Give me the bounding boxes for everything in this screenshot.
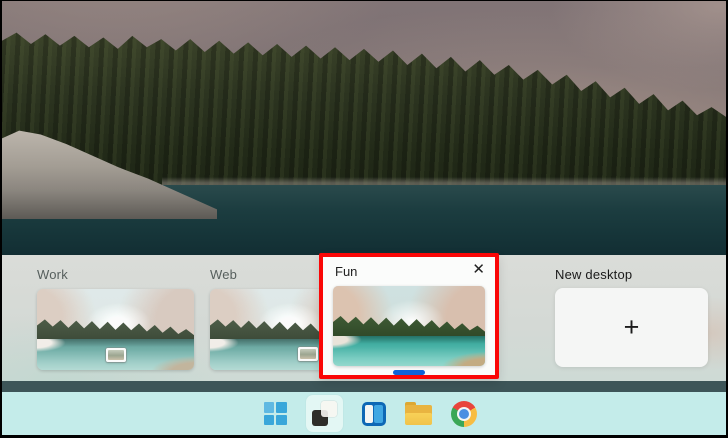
taskbar-icon-row: [263, 395, 477, 432]
desktop-gap-strip: [2, 381, 726, 392]
plus-icon: +: [623, 312, 640, 342]
folder-icon: [404, 402, 432, 425]
task-view-button[interactable]: [305, 395, 343, 432]
active-desktop-indicator: [393, 370, 425, 375]
windows-logo-icon: [263, 402, 287, 425]
desktop-label-work[interactable]: Work: [37, 267, 68, 282]
file-explorer-button[interactable]: [404, 402, 432, 425]
task-view-screen: Work Web Fun ✕ New desktop +: [0, 0, 728, 438]
chrome-button[interactable]: [450, 400, 477, 427]
open-window-preview: [106, 348, 126, 362]
desktop-label-fun[interactable]: Fun: [335, 264, 357, 279]
widgets-button[interactable]: [361, 401, 386, 426]
desktop-thumbnail-work[interactable]: [37, 289, 194, 370]
taskbar: [2, 392, 726, 435]
chrome-icon: [450, 400, 477, 427]
start-button[interactable]: [263, 402, 287, 425]
new-desktop-label: New desktop: [555, 267, 633, 282]
desktop-thumbnail-fun[interactable]: [333, 286, 485, 366]
widgets-icon: [361, 401, 386, 426]
task-view-panel: Work Web Fun ✕ New desktop +: [2, 253, 726, 381]
task-view-icon: [311, 401, 337, 426]
desktop-thumb-image: [333, 286, 485, 366]
desktop-label-web[interactable]: Web: [210, 267, 237, 282]
desktop-thumb-image: [37, 289, 194, 370]
open-window-preview: [298, 347, 318, 361]
desktop-wallpaper: [2, 1, 726, 255]
close-desktop-button[interactable]: ✕: [472, 260, 485, 280]
new-desktop-button[interactable]: +: [555, 288, 708, 367]
annotation-rectangle: Fun ✕: [319, 253, 499, 379]
